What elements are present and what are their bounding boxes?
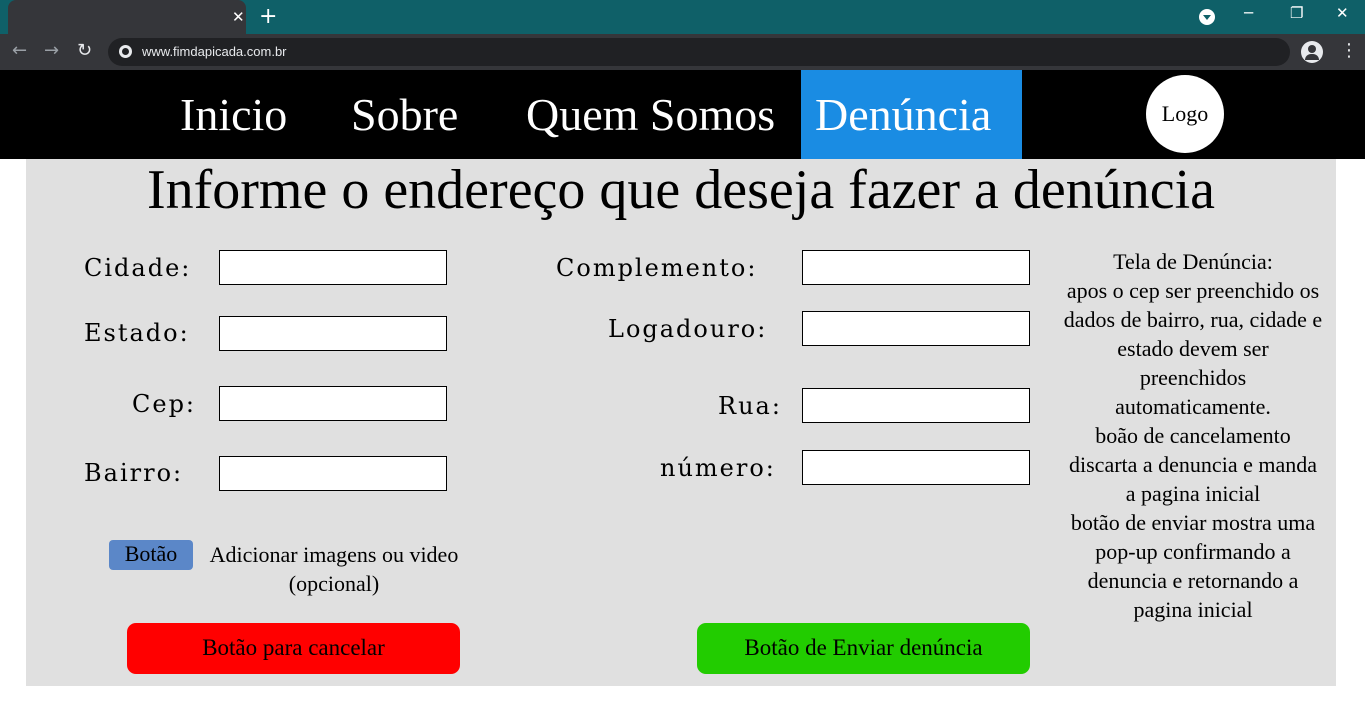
report-form: Informe o endereço que deseja fazer a de… (26, 159, 1336, 686)
menu-icon[interactable]: ⋮ (1340, 40, 1358, 61)
site-navbar: Inicio Sobre Quem Somos Denúncia Logo (0, 70, 1365, 159)
logadouro-field[interactable] (802, 311, 1030, 346)
nav-sobre[interactable]: Sobre (351, 70, 458, 159)
cidade-field[interactable] (219, 250, 447, 285)
cep-label: Cep: (132, 390, 197, 418)
browser-toolbar: ← → ↻ www.fimdapicada.com.br ⋮ (0, 34, 1365, 70)
cancel-button[interactable]: Botão para cancelar (127, 623, 460, 674)
complemento-label: Complemento: (556, 254, 758, 282)
estado-label: Estado: (84, 319, 190, 347)
browser-tab[interactable]: ✕ (8, 0, 246, 34)
screen-description-note: Tela de Denúncia: apos o cep ser preench… (1063, 249, 1323, 622)
page-title: Informe o endereço que deseja fazer a de… (146, 159, 1216, 221)
upload-button[interactable]: Botão (109, 540, 193, 570)
bairro-field[interactable] (219, 456, 447, 491)
cep-field[interactable] (219, 386, 447, 421)
logadouro-label: Logadouro: (608, 315, 768, 343)
reload-icon[interactable]: ↻ (77, 40, 92, 61)
window-close-icon[interactable]: ✕ (1336, 4, 1349, 22)
rua-field[interactable] (802, 388, 1030, 423)
browser-tabstrip: ✕ + ─ ❐ ✕ (0, 0, 1365, 34)
restore-icon[interactable]: ❐ (1290, 4, 1303, 22)
nav-quem-somos[interactable]: Quem Somos (526, 70, 775, 159)
complemento-field[interactable] (802, 250, 1030, 285)
nav-inicio[interactable]: Inicio (180, 70, 287, 159)
profile-icon[interactable] (1301, 41, 1323, 63)
send-report-button[interactable]: Botão de Enviar denúncia (697, 623, 1030, 674)
back-icon[interactable]: ← (12, 40, 27, 61)
logo[interactable]: Logo (1146, 75, 1224, 153)
address-bar[interactable]: www.fimdapicada.com.br (108, 38, 1290, 66)
bairro-label: Bairro: (84, 459, 184, 487)
estado-field[interactable] (219, 316, 447, 351)
numero-field[interactable] (802, 450, 1030, 485)
tab-search-icon[interactable] (1199, 9, 1215, 25)
new-tab-icon[interactable]: + (259, 4, 277, 30)
upload-description: Adicionar imagens ou video (opcional) (209, 542, 459, 596)
minimize-icon[interactable]: ─ (1244, 4, 1253, 22)
forward-icon[interactable]: → (44, 40, 59, 61)
nav-denuncia[interactable]: Denúncia (801, 70, 1022, 159)
numero-label: número: (660, 454, 776, 482)
cidade-label: Cidade: (84, 254, 192, 282)
tab-close-icon[interactable]: ✕ (232, 7, 245, 27)
globe-icon (119, 45, 132, 58)
url-text[interactable]: www.fimdapicada.com.br (142, 44, 287, 59)
rua-label: Rua: (718, 392, 782, 420)
